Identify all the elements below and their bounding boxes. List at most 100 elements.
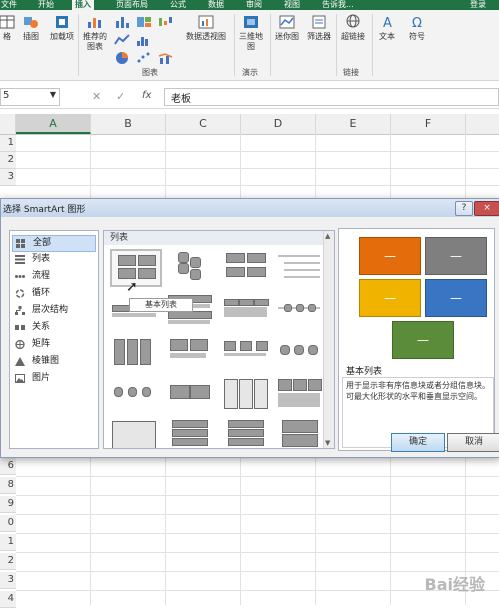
line-chart-button[interactable] (112, 32, 132, 50)
sparkline-icon (279, 15, 295, 29)
hyperlink-button[interactable]: 超链接 (338, 14, 368, 42)
grid-line (16, 151, 499, 152)
column-header-c[interactable]: C (166, 114, 241, 134)
row-header[interactable]: 1 (0, 534, 16, 551)
layout-scrollbar[interactable]: ▲ ▼ (323, 231, 334, 448)
name-box[interactable]: 5 ▼ (0, 88, 60, 106)
scroll-down-icon[interactable]: ▼ (325, 439, 330, 447)
chevron-down-icon[interactable]: ▼ (50, 90, 56, 99)
tab-file[interactable]: 文件 (1, 0, 17, 10)
grid-line (16, 495, 499, 496)
table-button[interactable]: 格 (0, 14, 16, 42)
scroll-up-icon[interactable]: ▲ (325, 232, 330, 240)
close-button[interactable]: × (474, 201, 499, 216)
tab-data[interactable]: 数据 (208, 0, 224, 10)
ok-button[interactable]: 确定 (391, 433, 445, 452)
layout-grouped-list[interactable] (222, 249, 270, 283)
row-header[interactable]: 9 (0, 496, 16, 513)
layout-vertical-block-list[interactable] (276, 417, 324, 448)
ribbon-separator (336, 14, 337, 76)
statistic-chart-button[interactable] (134, 32, 154, 50)
layout-dot-list[interactable] (276, 293, 324, 327)
slicer-button[interactable]: 筛选器 (304, 14, 334, 42)
layout-vertical-boxes[interactable] (110, 335, 158, 369)
column-header-d[interactable]: D (241, 114, 316, 134)
process-icon (15, 275, 25, 278)
sparklines-button[interactable]: 迷你图 (272, 14, 302, 42)
layout-picture-caption[interactable] (166, 335, 214, 369)
layout-vertical-bullet-list[interactable] (166, 417, 214, 448)
category-pyramid[interactable]: 棱锥图 (12, 354, 94, 369)
cancel-button[interactable]: 取消 (447, 433, 499, 452)
cancel-entry-icon[interactable]: ✕ (92, 90, 101, 103)
layout-circle-list[interactable] (276, 335, 324, 369)
column-header-b[interactable]: B (91, 114, 166, 134)
row-header[interactable]: 6 (0, 458, 16, 475)
category-all[interactable]: 全部 (12, 235, 96, 252)
category-cycle[interactable]: 循环 (12, 286, 94, 301)
tab-view[interactable]: 视图 (284, 0, 300, 10)
illustrations-button[interactable]: 插图 (18, 14, 44, 42)
layout-tab-list[interactable] (166, 377, 214, 411)
formula-bar: 5 ▼ ✕ ✓ fx 老板 (0, 86, 499, 109)
column-header-e[interactable]: E (316, 114, 391, 134)
tab-page-layout[interactable]: 页面布局 (116, 0, 148, 10)
category-picture[interactable]: 图片 (12, 371, 94, 386)
category-relationship[interactable]: 关系 (12, 320, 94, 335)
ribbon-separator (270, 14, 271, 76)
layout-picture-list[interactable] (110, 417, 158, 448)
layout-table-list[interactable] (276, 377, 324, 411)
row-header-1[interactable]: 1 (0, 135, 16, 152)
layout-vertical-box-list[interactable] (222, 417, 270, 448)
layout-step-list[interactable] (110, 377, 158, 411)
category-list: 全部 列表 流程 循环 层次结构 关系 矩阵 棱锥图 图片 (9, 230, 99, 449)
tab-insert[interactable]: 插入 (72, 0, 94, 10)
layout-horizontal-bullets[interactable] (222, 293, 270, 327)
waterfall-chart-button[interactable] (156, 14, 176, 32)
preview-box-green: — (392, 321, 454, 359)
svg-text:Ω: Ω (412, 16, 422, 30)
row-header[interactable]: 2 (0, 553, 16, 570)
category-process[interactable]: 流程 (12, 269, 94, 284)
symbol-button[interactable]: Ω 符号 (404, 14, 430, 42)
text-button[interactable]: A 文本 (374, 14, 400, 42)
combo-chart-button[interactable] (156, 50, 176, 68)
row-header-3[interactable]: 3 (0, 169, 16, 186)
login-link[interactable]: 登录 (470, 0, 486, 10)
pie-chart-button[interactable] (112, 50, 132, 68)
tab-home[interactable]: 开始 (38, 0, 54, 10)
row-header[interactable]: 4 (0, 591, 16, 608)
help-button[interactable]: ? (455, 201, 473, 216)
layout-column-list[interactable] (222, 377, 270, 411)
row-header-2[interactable]: 2 (0, 152, 16, 169)
dialog-title-bar[interactable]: 选择 SmartArt 图形 ? × (1, 199, 499, 217)
layout-trapezoid-list[interactable] (222, 335, 270, 369)
addins-button[interactable]: 加载项 (50, 14, 74, 42)
category-hierarchy[interactable]: 层次结构 (12, 303, 94, 318)
category-matrix[interactable]: 矩阵 (12, 337, 94, 352)
pivot-chart-button[interactable]: 数据透视图 (180, 14, 232, 42)
recommended-charts-button[interactable]: 推荐的图表 (80, 14, 110, 52)
grid-line (16, 476, 499, 477)
insert-function-button[interactable]: fx (142, 90, 151, 101)
row-header[interactable]: 0 (0, 515, 16, 532)
column-header-a[interactable]: A (16, 114, 91, 134)
row-header[interactable]: 8 (0, 477, 16, 494)
layout-hexagon-cluster[interactable] (166, 249, 214, 283)
select-all-corner[interactable] (0, 114, 16, 134)
row-header[interactable]: 3 (0, 572, 16, 589)
category-list-type[interactable]: 列表 (12, 252, 94, 267)
3d-map-button[interactable]: 三维地图 (236, 14, 266, 52)
hierarchy-chart-button[interactable] (134, 14, 154, 32)
scatter-chart-button[interactable] (134, 50, 154, 68)
layout-lined-list[interactable] (276, 249, 324, 283)
confirm-entry-icon[interactable]: ✓ (116, 90, 125, 103)
ribbon-separator (234, 14, 235, 76)
tell-me-search[interactable]: 告诉我... (322, 0, 354, 10)
column-header-f[interactable]: F (391, 114, 466, 134)
tab-formulas[interactable]: 公式 (170, 0, 186, 10)
column-chart-button[interactable] (112, 14, 132, 32)
formula-input[interactable]: 老板 (164, 88, 499, 106)
tab-review[interactable]: 审阅 (246, 0, 262, 10)
pie-chart-icon (116, 52, 128, 64)
